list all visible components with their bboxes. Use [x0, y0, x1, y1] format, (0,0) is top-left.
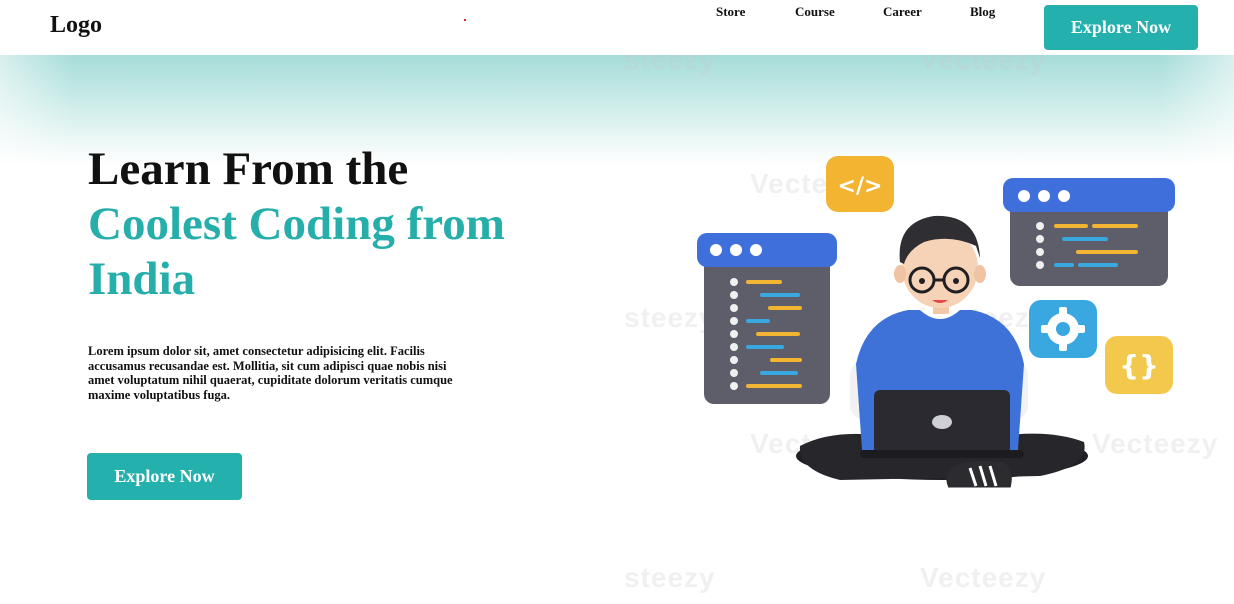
code-window-right-icon	[1003, 178, 1175, 286]
explore-now-hero-button[interactable]: Explore Now	[87, 453, 242, 500]
code-tag-icon: </>	[826, 156, 894, 212]
hero-title-line1: Learn From the	[88, 143, 409, 195]
nav-link-blog[interactable]: Blog	[970, 4, 995, 20]
curly-braces-icon: {}	[1105, 336, 1173, 394]
curly-braces-label: {}	[1119, 349, 1159, 382]
code-tag-label: </>	[838, 174, 883, 199]
hero-description: Lorem ipsum dolor sit, amet consectetur …	[88, 344, 453, 402]
gear-icon	[1029, 300, 1097, 358]
watermark-text: steezy	[624, 562, 716, 593]
hero-title-line2: Coolest Coding from India	[88, 198, 505, 305]
explore-now-header-button[interactable]: Explore Now	[1044, 5, 1198, 50]
code-window-left-icon	[697, 233, 837, 404]
hero-title: Learn From the Coolest Coding from India	[88, 142, 608, 307]
top-navbar: Logo Store Course Career Blog Explore No…	[0, 0, 1234, 55]
coder-illustration: </> {}	[697, 156, 1175, 493]
nav-link-store[interactable]: Store	[716, 4, 745, 20]
nav-link-career[interactable]: Career	[883, 4, 922, 20]
watermark-text: Vecteezy	[920, 562, 1047, 593]
site-logo[interactable]: Logo	[50, 12, 102, 39]
decorative-dot	[464, 19, 466, 21]
nav-link-course[interactable]: Course	[795, 4, 835, 20]
